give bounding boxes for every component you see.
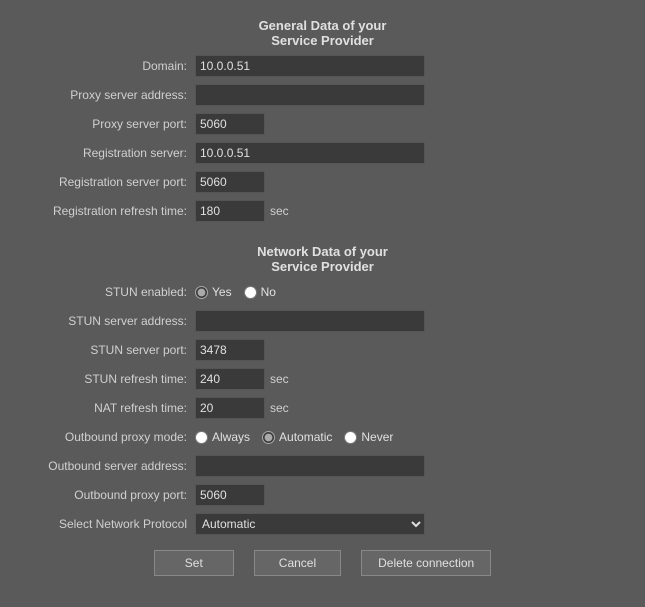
main-container: General Data of your Service Provider Do… — [0, 0, 645, 596]
outbound-always-label: Always — [212, 430, 250, 444]
outbound-mode-row: Outbound proxy mode: Always Automatic Ne… — [20, 425, 625, 449]
nat-refresh-input[interactable] — [195, 397, 265, 419]
stun-yes-item[interactable]: Yes — [195, 285, 232, 299]
reg-refresh-unit: sec — [270, 204, 289, 218]
stun-no-label: No — [261, 285, 276, 299]
outbound-port-input[interactable] — [195, 484, 265, 506]
stun-refresh-label: STUN refresh time: — [20, 372, 195, 386]
stun-address-label: STUN server address: — [20, 314, 195, 328]
outbound-automatic-item[interactable]: Automatic — [262, 430, 332, 444]
stun-yes-label: Yes — [212, 285, 232, 299]
stun-port-label: STUN server port: — [20, 343, 195, 357]
stun-enabled-group: Yes No — [195, 285, 276, 299]
stun-no-item[interactable]: No — [244, 285, 276, 299]
button-row: Set Cancel Delete connection — [20, 550, 625, 586]
reg-server-input[interactable] — [195, 142, 425, 164]
stun-address-row: STUN server address: — [20, 309, 625, 333]
network-protocol-label: Select Network Protocol — [20, 517, 195, 531]
outbound-never-label: Never — [361, 430, 393, 444]
set-button[interactable]: Set — [154, 550, 234, 576]
stun-port-row: STUN server port: — [20, 338, 625, 362]
outbound-automatic-label: Automatic — [279, 430, 332, 444]
outbound-never-item[interactable]: Never — [344, 430, 393, 444]
outbound-mode-label: Outbound proxy mode: — [20, 430, 195, 444]
outbound-always-radio[interactable] — [195, 431, 208, 444]
stun-refresh-unit: sec — [270, 372, 289, 386]
general-section-header: General Data of your Service Provider — [20, 18, 625, 48]
proxy-port-row: Proxy server port: — [20, 112, 625, 136]
network-protocol-select[interactable]: Automatic UDP TCP TLS — [195, 513, 425, 535]
nat-refresh-row: NAT refresh time: sec — [20, 396, 625, 420]
stun-yes-radio[interactable] — [195, 286, 208, 299]
delete-button[interactable]: Delete connection — [361, 550, 491, 576]
outbound-mode-group: Always Automatic Never — [195, 430, 393, 444]
reg-server-label: Registration server: — [20, 146, 195, 160]
outbound-always-item[interactable]: Always — [195, 430, 250, 444]
domain-label: Domain: — [20, 59, 195, 73]
proxy-address-label: Proxy server address: — [20, 88, 195, 102]
stun-enabled-row: STUN enabled: Yes No — [20, 280, 625, 304]
network-section-header: Network Data of your Service Provider — [20, 244, 625, 274]
stun-refresh-input[interactable] — [195, 368, 265, 390]
stun-enabled-label: STUN enabled: — [20, 285, 195, 299]
proxy-port-input[interactable] — [195, 113, 265, 135]
reg-refresh-label: Registration refresh time: — [20, 204, 195, 218]
reg-port-input[interactable] — [195, 171, 265, 193]
stun-port-input[interactable] — [195, 339, 265, 361]
nat-refresh-label: NAT refresh time: — [20, 401, 195, 415]
outbound-port-label: Outbound proxy port: — [20, 488, 195, 502]
stun-refresh-row: STUN refresh time: sec — [20, 367, 625, 391]
stun-no-radio[interactable] — [244, 286, 257, 299]
domain-input[interactable] — [195, 55, 425, 77]
outbound-address-input[interactable] — [195, 455, 425, 477]
nat-refresh-unit: sec — [270, 401, 289, 415]
reg-server-row: Registration server: — [20, 141, 625, 165]
domain-row: Domain: — [20, 54, 625, 78]
proxy-address-input[interactable] — [195, 84, 425, 106]
outbound-address-label: Outbound server address: — [20, 459, 195, 473]
proxy-port-label: Proxy server port: — [20, 117, 195, 131]
outbound-never-radio[interactable] — [344, 431, 357, 444]
reg-port-row: Registration server port: — [20, 170, 625, 194]
reg-port-label: Registration server port: — [20, 175, 195, 189]
network-protocol-row: Select Network Protocol Automatic UDP TC… — [20, 512, 625, 536]
reg-refresh-row: Registration refresh time: sec — [20, 199, 625, 223]
outbound-automatic-radio[interactable] — [262, 431, 275, 444]
reg-refresh-input[interactable] — [195, 200, 265, 222]
stun-address-input[interactable] — [195, 310, 425, 332]
outbound-address-row: Outbound server address: — [20, 454, 625, 478]
proxy-address-row: Proxy server address: — [20, 83, 625, 107]
outbound-port-row: Outbound proxy port: — [20, 483, 625, 507]
cancel-button[interactable]: Cancel — [254, 550, 341, 576]
